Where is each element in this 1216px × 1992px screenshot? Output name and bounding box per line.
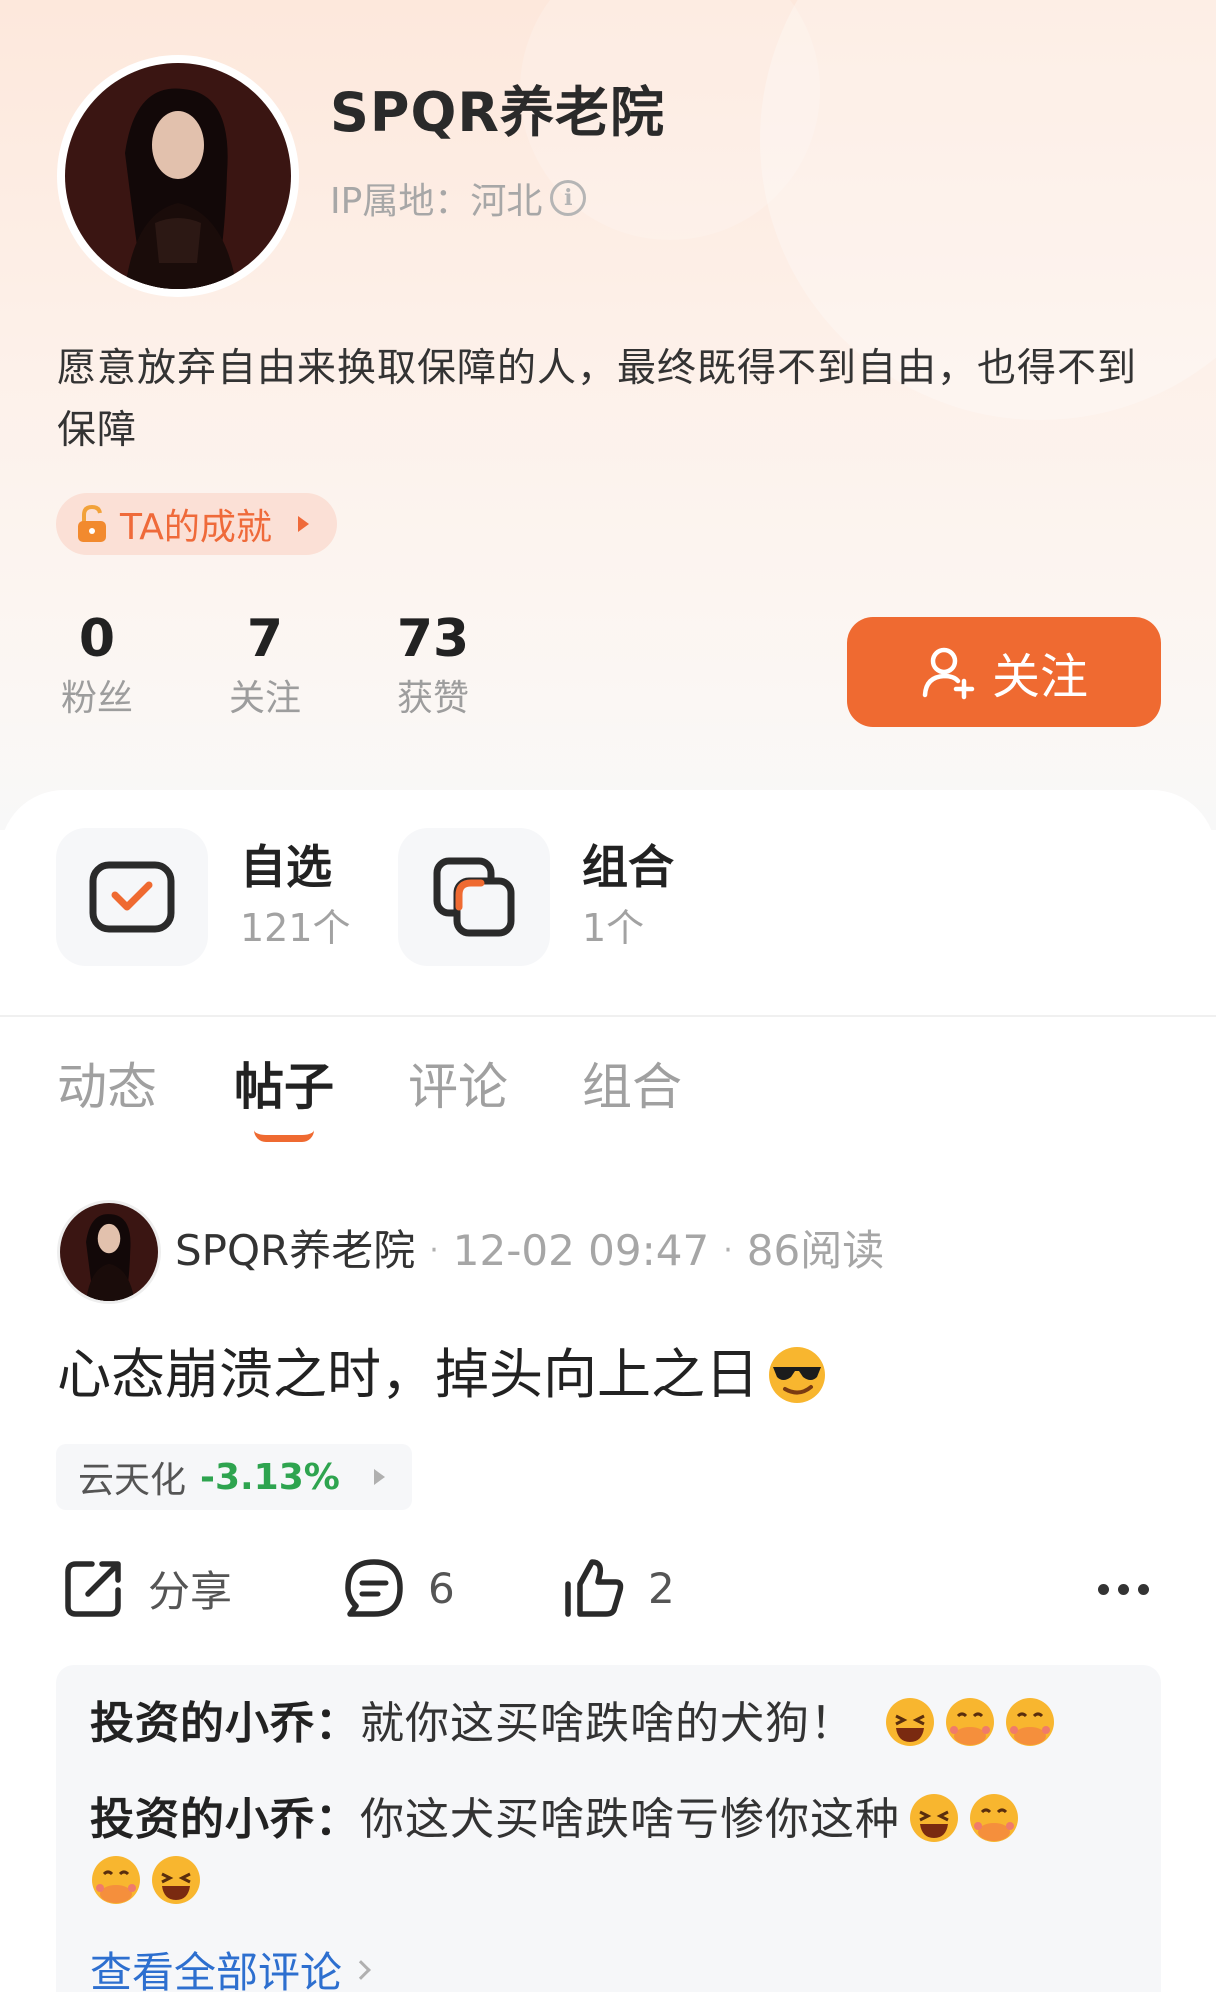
share-label: 分享 — [148, 1566, 233, 1616]
stock-tag[interactable]: 云天化 -3.13% — [56, 1444, 412, 1510]
stat-following-value: 7 — [246, 609, 284, 669]
profile-avatar[interactable] — [57, 55, 299, 297]
stat-likes-label: 获赞 — [396, 678, 469, 719]
more-options-icon[interactable] — [1098, 1584, 1149, 1595]
tab-portfolios[interactable]: 组合 — [582, 1052, 682, 1122]
post-title[interactable]: 心态崩溃之时，掉头向上之日 — [57, 1338, 829, 1412]
triangle-right-icon — [297, 516, 309, 532]
tab-dynamics[interactable]: 动态 — [57, 1052, 157, 1122]
stock-change: -3.13% — [200, 1456, 340, 1498]
share-icon — [65, 1561, 121, 1617]
post-title-text: 心态崩溃之时，掉头向上之日 — [57, 1343, 759, 1406]
see-all-label: 查看全部评论 — [90, 1948, 343, 1992]
achievement-button[interactable]: TA的成就 — [56, 493, 337, 555]
comment-bubble-icon — [345, 1559, 403, 1617]
laughing-emoji — [152, 1856, 200, 1904]
profile-name: SPQR养老院 — [330, 81, 665, 144]
ip-location: IP属地：河北 i — [330, 172, 587, 224]
sunglasses-emoji — [769, 1347, 825, 1403]
share-button[interactable]: 分享 — [62, 1556, 232, 1620]
laughing-emoji — [910, 1794, 958, 1842]
stat-likes[interactable]: 73 获赞 — [393, 605, 473, 725]
see-all-comments-link[interactable]: 查看全部评论 — [90, 1939, 1127, 1992]
section-divider — [0, 1015, 1216, 1017]
info-icon[interactable]: i — [550, 180, 587, 216]
combo-icon — [433, 857, 515, 937]
stat-fans-label: 粉丝 — [60, 678, 133, 719]
post-author-avatar[interactable] — [57, 1200, 161, 1304]
comment-button[interactable]: 6 — [342, 1556, 455, 1620]
comment-item: 投资的小乔：就你这买啥跌啥的犬狗！ — [90, 1693, 1127, 1755]
follow-button[interactable]: 关注 — [847, 617, 1161, 727]
watchlist-icon-box — [56, 828, 208, 966]
ip-location-text: IP属地：河北 — [330, 181, 543, 222]
meta-separator: · — [723, 1233, 733, 1268]
portfolio-title: 组合 — [582, 840, 674, 894]
tab-comments[interactable]: 评论 — [408, 1052, 508, 1122]
post-reads: 86阅读 — [746, 1226, 885, 1275]
comment-preview-box[interactable]: 投资的小乔：就你这买啥跌啥的犬狗！ 投资的小乔：你这犬买啥跌啥亏惨你这种 查看全… — [56, 1665, 1161, 1992]
follow-button-label: 关注 — [991, 649, 1088, 705]
covering-mouth-emoji — [970, 1794, 1018, 1842]
covering-mouth-emoji — [1006, 1698, 1054, 1746]
stat-following-label: 关注 — [228, 678, 301, 719]
checkbox-icon — [89, 861, 175, 933]
watchlist-count: 121个 — [240, 906, 351, 950]
chevron-right-icon — [351, 1959, 371, 1980]
post-time: 12-02 09:47 — [452, 1226, 710, 1275]
like-button[interactable]: 2 — [562, 1556, 675, 1620]
active-tab-indicator — [254, 1130, 314, 1142]
like-count: 2 — [648, 1563, 675, 1613]
comment-user[interactable]: 投资的小乔： — [90, 1794, 360, 1845]
achievement-label: TA的成就 — [120, 507, 272, 548]
comment-text: 就你这买啥跌啥的犬狗！ — [360, 1698, 855, 1749]
thumbs-up-icon — [565, 1559, 624, 1617]
comment-text: 你这犬买啥跌啥亏惨你这种 — [360, 1794, 900, 1845]
comment-item: 投资的小乔：你这犬买啥跌啥亏惨你这种 — [90, 1789, 1127, 1913]
profile-bio: 愿意放弃自由来换取保障的人，最终既得不到自由，也得不到保障 — [57, 346, 1138, 453]
post-author-name[interactable]: SPQR养老院 — [175, 1220, 415, 1282]
feature-portfolio[interactable]: 组合 1个 — [398, 828, 674, 966]
covering-mouth-emoji — [92, 1856, 140, 1904]
post-meta: SPQR养老院 · 12-02 09:47 · 86阅读 — [175, 1220, 884, 1282]
comment-count: 6 — [428, 1563, 455, 1613]
watchlist-title: 自选 — [240, 840, 332, 894]
lock-icon — [78, 504, 106, 542]
feature-watchlist[interactable]: 自选 121个 — [56, 828, 351, 966]
tab-posts[interactable]: 帖子 — [234, 1052, 334, 1122]
comment-user[interactable]: 投资的小乔： — [90, 1698, 360, 1749]
add-user-icon — [922, 647, 975, 700]
stock-name: 云天化 — [78, 1460, 187, 1501]
stat-fans[interactable]: 0 粉丝 — [57, 605, 137, 725]
laughing-emoji — [886, 1698, 934, 1746]
stat-likes-value: 73 — [396, 609, 470, 669]
stat-following[interactable]: 7 关注 — [225, 605, 305, 725]
portfolio-count: 1个 — [582, 906, 645, 950]
portfolio-icon-box — [398, 828, 550, 966]
stat-fans-value: 0 — [78, 609, 116, 669]
covering-mouth-emoji — [946, 1698, 994, 1746]
meta-separator: · — [429, 1233, 439, 1268]
triangle-right-icon — [373, 1469, 385, 1485]
profile-page: SPQR养老院 IP属地：河北 i 愿意放弃自由来换取保障的人，最终既得不到自由… — [0, 0, 1216, 1992]
